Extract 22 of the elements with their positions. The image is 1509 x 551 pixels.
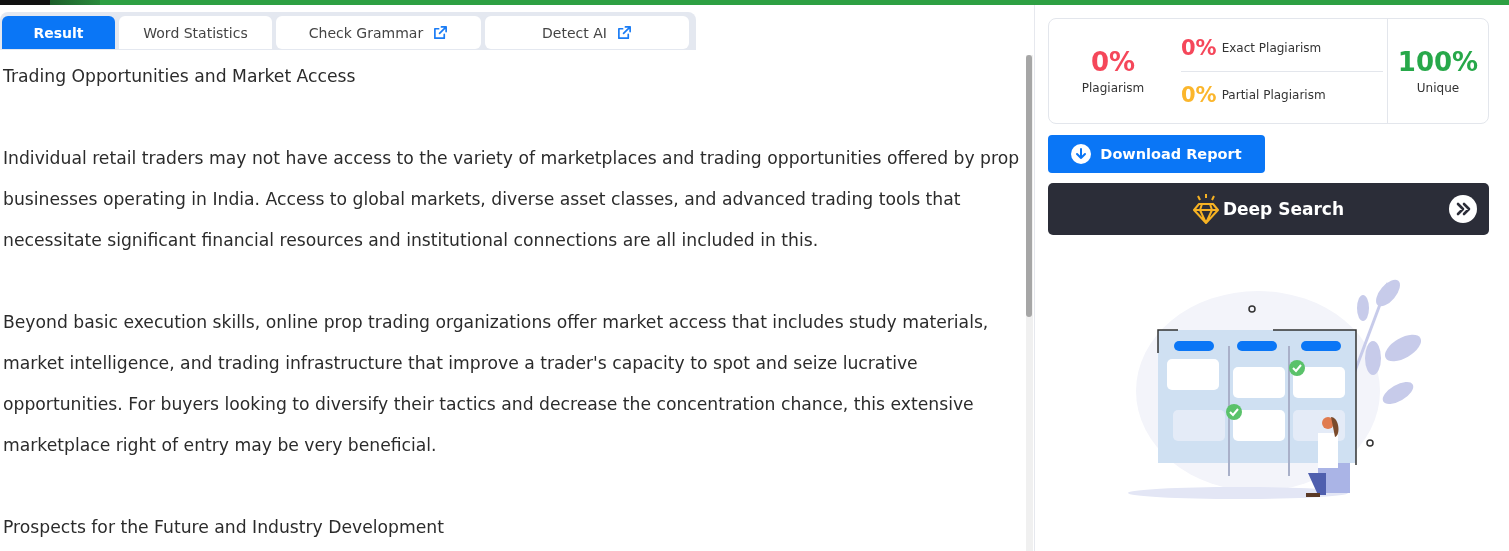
exact-percent: 0% (1181, 35, 1217, 60)
scrollbar[interactable] (1026, 55, 1033, 551)
plagiarism-percent: 0% (1090, 47, 1136, 77)
download-icon (1071, 144, 1092, 164)
text-paragraph: Trading Opportunities and Market Access (3, 65, 357, 88)
partial-label: Partial Plagiarism (1221, 87, 1326, 102)
text-paragraph: Beyond basic execution skills, online prop trading organizations offer market access that includes study materials, market intelligence, and trading infrastructure that improve a trader's capacity to spot and seize lucrative opportunities. For buyers looking to diversify their tactics and decrease the concentration chance, this extensive marketplace right of entry may be very beneficial. (3, 311, 990, 457)
deep-search-button[interactable]: Deep Search (1048, 183, 1489, 235)
tab[interactable]: Check Grammar (276, 16, 481, 49)
diamond-icon (1192, 194, 1219, 224)
text-paragraph: Individual retail traders may not have access to the variety of marketplaces and trading opportunities offered by prop businesses operating in India. Access to global markets, diverse asset classes, and advanced trading tools that necessitate significant financial resources and institutional connections are all included in this. (3, 147, 1021, 252)
download-report-button[interactable]: Download Report (1048, 135, 1265, 173)
partial-percent: 0% (1181, 82, 1217, 107)
exact-label: Exact Plagiarism (1221, 40, 1322, 55)
unique-label: Unique (1416, 81, 1460, 95)
plagiarism-label: Plagiarism (1081, 81, 1145, 95)
double-chevron-icon (1449, 195, 1477, 223)
tab[interactable]: Word Statistics (119, 16, 272, 49)
tab[interactable]: Detect AI (485, 16, 689, 49)
unique-percent: 100% (1397, 47, 1479, 77)
text-paragraph: Prospects for the Future and Industry Development (3, 516, 445, 539)
tab[interactable]: Result (2, 16, 115, 49)
